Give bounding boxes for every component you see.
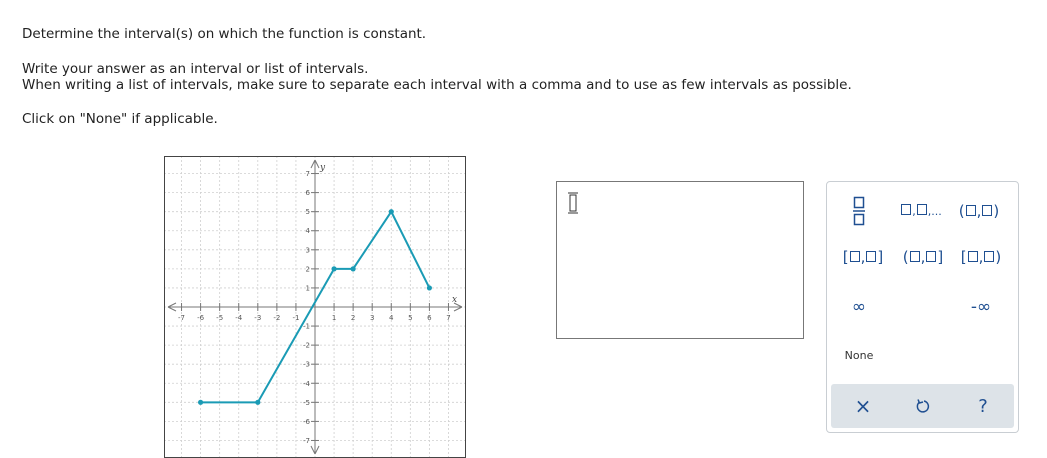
keypad-footer: × ? <box>831 384 1014 428</box>
y-tick-label: -6 <box>303 418 311 426</box>
help-button[interactable]: ? <box>961 384 1005 428</box>
negative-infinity-label: -∞ <box>970 297 992 317</box>
function-graph: xy -7 -6 -5 -4 -3 -2 -1 1 2 3 4 5 6 77654321-1-2-3-4-… <box>164 156 466 458</box>
closed-open-interval-button[interactable]: [,) <box>951 240 1011 274</box>
x-tick-label: 6 <box>427 314 432 322</box>
x-tick-label: 2 <box>351 314 355 322</box>
x-tick-label: -7 <box>178 314 185 322</box>
help-icon: ? <box>978 395 988 417</box>
x-tick-label: -3 <box>254 314 261 322</box>
x-tick-label: -2 <box>273 314 280 322</box>
fraction-button[interactable] <box>841 194 877 228</box>
instruction-none: Click on "None" if applicable. <box>22 111 218 127</box>
x-tick-label: 7 <box>446 314 450 322</box>
y-tick-label: -1 <box>303 323 310 331</box>
x-tick-label: -1 <box>292 314 299 322</box>
undo-icon <box>916 399 930 413</box>
y-axis-label: y <box>319 163 326 173</box>
input-cursor-icon <box>568 192 578 214</box>
x-tick-label: 1 <box>332 314 336 322</box>
answer-input[interactable] <box>556 181 804 339</box>
list-button[interactable]: ,,... <box>895 194 947 228</box>
function-point <box>388 209 394 215</box>
y-tick-label: 2 <box>306 265 310 273</box>
none-button[interactable]: None <box>839 342 879 368</box>
y-tick-label: 6 <box>306 189 311 197</box>
y-tick-label: -4 <box>303 380 311 388</box>
infinity-label: ∞ <box>851 297 867 317</box>
y-tick-label: -5 <box>303 399 310 407</box>
x-tick-label: -4 <box>235 314 243 322</box>
y-tick-label: -3 <box>303 361 310 369</box>
x-tick-label: -5 <box>216 314 223 322</box>
open-closed-interval-button[interactable]: (,] <box>893 240 953 274</box>
open-closed-label: (,] <box>902 248 944 266</box>
instruction-list: When writing a list of intervals, make s… <box>22 77 852 93</box>
x-tick-label: 5 <box>408 314 412 322</box>
clear-button[interactable]: × <box>841 384 885 428</box>
x-tick-label: 4 <box>389 314 394 322</box>
y-tick-label: 5 <box>306 208 310 216</box>
x-tick-label: 3 <box>370 314 374 322</box>
function-point <box>255 399 261 405</box>
function-point <box>198 399 204 405</box>
y-tick-label: 7 <box>306 170 310 178</box>
closed-open-label: [,) <box>960 248 1002 266</box>
math-keypad: ,,... (,) [,] (,] [,) ∞ -∞ None × ? <box>826 181 1019 433</box>
negative-infinity-button[interactable]: -∞ <box>955 292 1007 322</box>
function-point <box>426 285 432 291</box>
instruction-interval: Write your answer as an interval or list… <box>22 61 369 77</box>
x-tick-label: -6 <box>197 314 205 322</box>
clear-icon: × <box>854 394 872 418</box>
y-tick-label: -7 <box>303 437 310 445</box>
none-label: None <box>844 348 874 362</box>
y-tick-label: -2 <box>303 342 310 350</box>
closed-closed-label: [,] <box>842 248 884 266</box>
y-tick-label: 4 <box>306 227 311 235</box>
list-label: ,,... <box>900 204 942 218</box>
closed-closed-interval-button[interactable]: [,] <box>833 240 893 274</box>
graph-axes: xy <box>167 159 463 455</box>
undo-button[interactable] <box>901 384 945 428</box>
function-point <box>350 266 356 272</box>
fraction-icon <box>853 196 865 226</box>
open-open-interval-button[interactable]: (,) <box>951 194 1007 228</box>
y-tick-label: 1 <box>306 284 310 292</box>
question-prompt: Determine the interval(s) on which the f… <box>22 26 427 42</box>
infinity-button[interactable]: ∞ <box>841 292 877 322</box>
x-axis-label: x <box>452 295 457 305</box>
y-tick-label: 3 <box>306 246 310 254</box>
open-open-label: (,) <box>958 202 1000 220</box>
function-point <box>331 266 337 272</box>
